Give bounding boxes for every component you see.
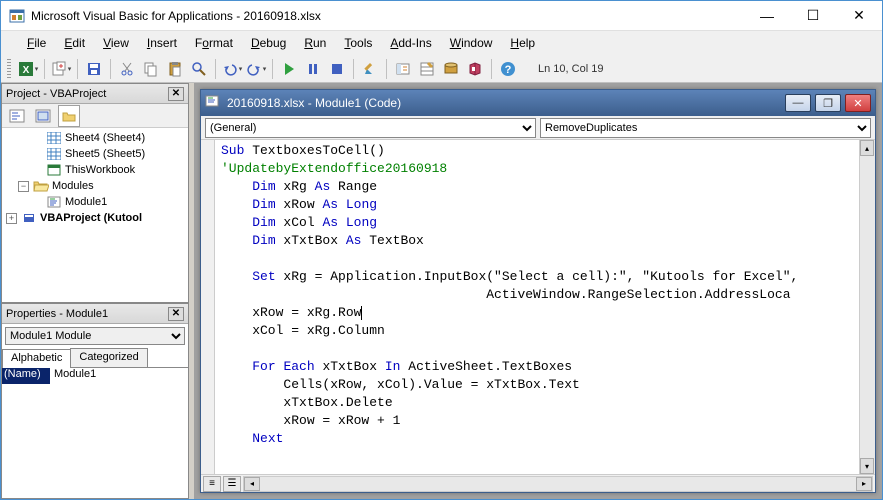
code-margin[interactable]	[201, 140, 215, 474]
window-title: Microsoft Visual Basic for Applications …	[31, 9, 744, 23]
properties-title: Properties - Module1 ✕	[2, 304, 188, 324]
redo-button[interactable]: ▾	[245, 58, 267, 80]
worksheet-icon	[46, 147, 62, 161]
tree-module1[interactable]: Module1	[2, 194, 188, 210]
toolbar: X▾ ▾ ▾ ▾ ? Ln 10, Col 19	[1, 55, 882, 83]
menu-view[interactable]: View	[95, 34, 137, 52]
mdi-close[interactable]: ✕	[845, 94, 871, 112]
find-button[interactable]	[188, 58, 210, 80]
properties-object-selector[interactable]: Module1 Module	[5, 327, 185, 345]
procedure-view-button[interactable]: ≡	[203, 476, 221, 492]
workbook-icon	[46, 163, 62, 177]
tree-sheet4[interactable]: Sheet4 (Sheet4)	[2, 130, 188, 146]
svg-text:?: ?	[505, 64, 512, 76]
menu-format[interactable]: Format	[187, 34, 241, 52]
reset-button[interactable]	[326, 58, 348, 80]
minimize-button[interactable]: —	[744, 1, 790, 31]
tree-modules-folder[interactable]: − Modules	[2, 178, 188, 194]
menu-file[interactable]: File	[19, 34, 54, 52]
close-button[interactable]: ✕	[836, 1, 882, 31]
copy-button[interactable]	[140, 58, 162, 80]
tab-categorized[interactable]: Categorized	[70, 348, 147, 367]
code-bottom-bar: ≡ ☰ ◂ ▸	[201, 474, 875, 492]
design-mode-button[interactable]	[359, 58, 381, 80]
mdi-maximize[interactable]: ❐	[815, 94, 841, 112]
view-object-button[interactable]	[32, 105, 54, 127]
project-explorer-title: Project - VBAProject ✕	[2, 84, 188, 104]
scroll-left-icon[interactable]: ◂	[244, 477, 260, 491]
folder-open-icon	[33, 179, 49, 193]
properties-grid[interactable]: (Name) Module1	[2, 368, 188, 498]
full-module-view-button[interactable]: ☰	[223, 476, 241, 492]
maximize-button[interactable]: ☐	[790, 1, 836, 31]
mdi-minimize[interactable]: —	[785, 94, 811, 112]
break-button[interactable]	[302, 58, 324, 80]
scroll-right-icon[interactable]: ▸	[856, 477, 872, 491]
project-tree[interactable]: Sheet4 (Sheet4) Sheet5 (Sheet5) ThisWork…	[2, 128, 188, 302]
toolbar-grip[interactable]	[7, 59, 11, 79]
scroll-up-icon[interactable]: ▴	[860, 140, 874, 156]
cut-button[interactable]	[116, 58, 138, 80]
vertical-scrollbar[interactable]: ▴ ▾	[859, 140, 875, 474]
svg-text:X: X	[22, 65, 29, 76]
tree-thisworkbook[interactable]: ThisWorkbook	[2, 162, 188, 178]
undo-button[interactable]: ▾	[221, 58, 243, 80]
toggle-folders-button[interactable]	[58, 105, 80, 127]
procedure-dropdown[interactable]: RemoveDuplicates	[540, 118, 871, 138]
collapse-icon[interactable]: −	[18, 181, 29, 192]
code-area: Sub TextboxesToCell() 'UpdatebyExtendoff…	[201, 140, 875, 474]
vbaproject-icon	[21, 211, 37, 225]
menu-debug[interactable]: Debug	[243, 34, 294, 52]
project-toolbar	[2, 104, 188, 128]
menu-edit[interactable]: Edit	[56, 34, 93, 52]
tab-alphabetic[interactable]: Alphabetic	[2, 349, 71, 368]
object-dropdown[interactable]: (General)	[205, 118, 536, 138]
object-browser-button[interactable]	[440, 58, 462, 80]
expand-icon[interactable]: +	[6, 213, 17, 224]
menu-run[interactable]: Run	[296, 34, 334, 52]
properties-button[interactable]	[416, 58, 438, 80]
properties-panel: Properties - Module1 ✕ Module1 Module Al…	[1, 303, 189, 499]
project-explorer-button[interactable]	[392, 58, 414, 80]
project-explorer-panel: Project - VBAProject ✕ Sheet4 (Sheet4)	[1, 83, 189, 303]
tree-vbaproject-kutool[interactable]: + VBAProject (Kutool	[2, 210, 188, 226]
save-button[interactable]	[83, 58, 105, 80]
cursor-position: Ln 10, Col 19	[529, 60, 612, 78]
code-window: 20160918.xlsx - Module1 (Code) — ❐ ✕ (Ge…	[200, 89, 876, 493]
code-window-titlebar[interactable]: 20160918.xlsx - Module1 (Code) — ❐ ✕	[201, 90, 875, 116]
body: Project - VBAProject ✕ Sheet4 (Sheet4)	[1, 83, 882, 499]
menu-help[interactable]: Help	[502, 34, 543, 52]
left-pane: Project - VBAProject ✕ Sheet4 (Sheet4)	[1, 83, 189, 499]
menu-insert[interactable]: Insert	[139, 34, 185, 52]
tree-sheet5[interactable]: Sheet5 (Sheet5)	[2, 146, 188, 162]
horizontal-scrollbar[interactable]: ◂ ▸	[243, 476, 873, 492]
mdi-area: 20160918.xlsx - Module1 (Code) — ❐ ✕ (Ge…	[194, 83, 882, 499]
code-editor[interactable]: Sub TextboxesToCell() 'UpdatebyExtendoff…	[215, 140, 859, 474]
properties-tabs: Alphabetic Categorized	[2, 348, 188, 368]
menu-window[interactable]: Window	[442, 34, 501, 52]
module-icon	[46, 195, 62, 209]
module-icon	[205, 95, 221, 111]
menu-addins[interactable]: Add-Ins	[382, 34, 439, 52]
help-button[interactable]: ?	[497, 58, 519, 80]
paste-button[interactable]	[164, 58, 186, 80]
properties-close[interactable]: ✕	[168, 307, 184, 321]
code-dropdowns: (General) RemoveDuplicates	[201, 116, 875, 140]
property-name-value[interactable]: Module1	[50, 368, 188, 384]
view-excel-button[interactable]: X▾	[17, 58, 39, 80]
menu-tools[interactable]: Tools	[336, 34, 380, 52]
run-button[interactable]	[278, 58, 300, 80]
property-row-name[interactable]: (Name) Module1	[2, 368, 188, 384]
menubar: File Edit View Insert Format Debug Run T…	[1, 31, 882, 55]
view-code-button[interactable]	[6, 105, 28, 127]
insert-button[interactable]: ▾	[50, 58, 72, 80]
toolbox-button[interactable]	[464, 58, 486, 80]
app-icon	[9, 8, 25, 24]
scroll-down-icon[interactable]: ▾	[860, 458, 874, 474]
property-name-key: (Name)	[2, 368, 50, 384]
titlebar: Microsoft Visual Basic for Applications …	[1, 1, 882, 31]
worksheet-icon	[46, 131, 62, 145]
project-explorer-close[interactable]: ✕	[168, 87, 184, 101]
main-window: Microsoft Visual Basic for Applications …	[0, 0, 883, 500]
